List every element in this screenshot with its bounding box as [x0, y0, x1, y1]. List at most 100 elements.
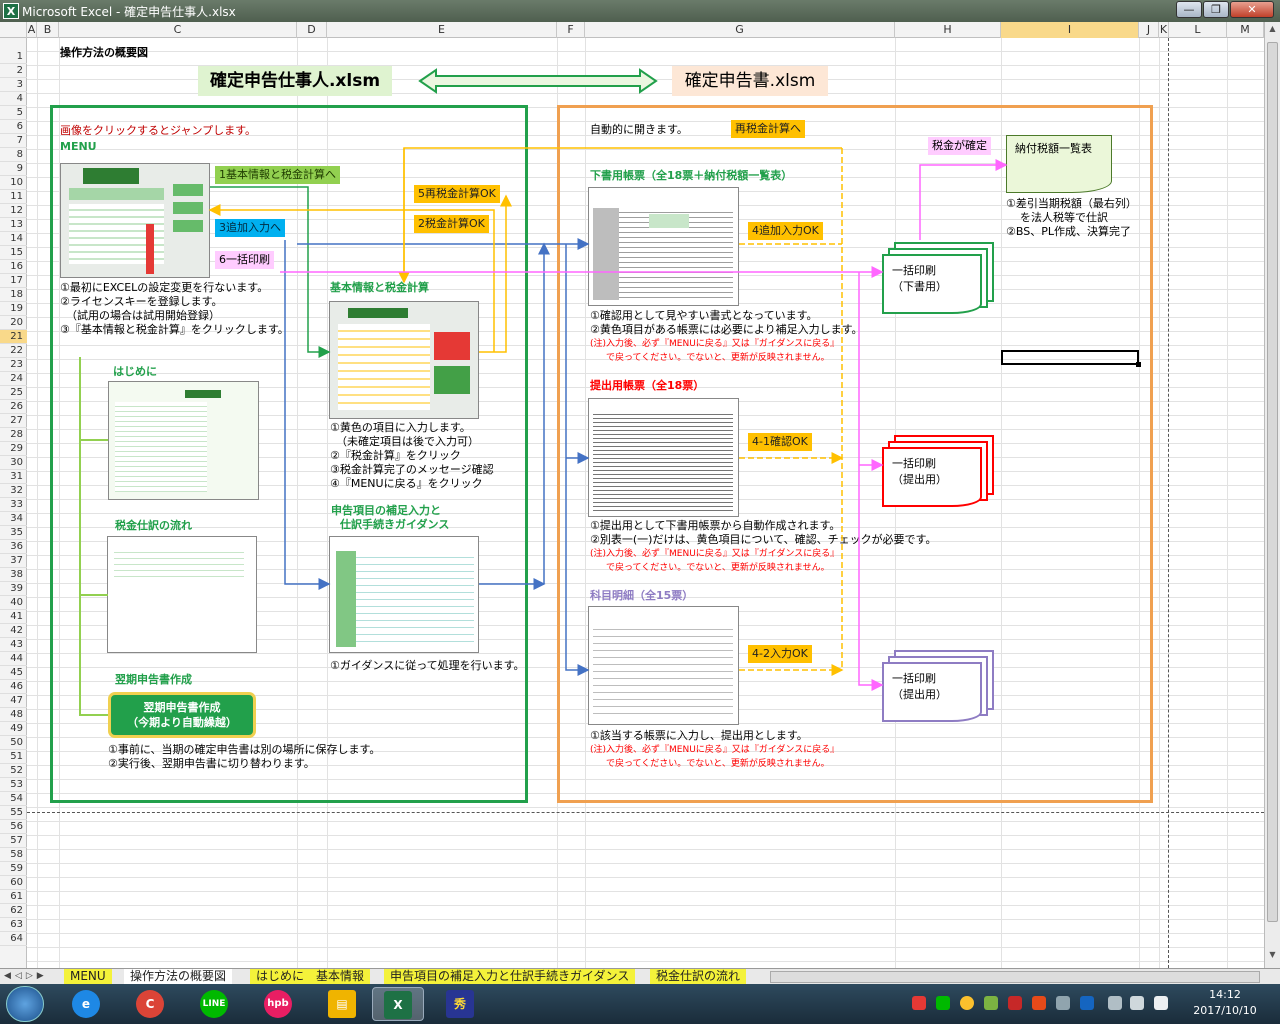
clock-date: 2017/10/10 [1193, 1004, 1257, 1017]
shitagaki-caution-2: で戻ってください。でないと、更新が反映されません。 [606, 353, 830, 363]
tray-shield-icon[interactable] [1056, 996, 1070, 1010]
shitagaki-title: 下書用帳票（全18票＋納付税額一覧表） [590, 169, 793, 182]
shitagaki-note-1: ①確認用として見やすい書式となっています。 [590, 309, 818, 322]
tab-menu[interactable]: MENU [64, 969, 112, 985]
btn-resaikeisan-ok[interactable]: 5再税金計算OK [414, 185, 500, 203]
btn-kakunin-ok[interactable]: 4-1確認OK [748, 433, 812, 451]
tab-kihon[interactable]: 基本情報 [310, 969, 371, 985]
print-teishutsu-line1: 一括印刷 [892, 457, 936, 470]
btn-tsuika-ok[interactable]: 4追加入力OK [748, 222, 823, 240]
hajimeni-screenshot[interactable] [108, 381, 259, 500]
kihon-note-1: ①黄色の項目に入力します。 [330, 421, 471, 434]
print-stack-kamoku[interactable]: 一括印刷 （提出用） [882, 650, 997, 726]
zeikin-shiwake-title: 税金仕訳の流れ [115, 519, 192, 532]
shitagaki-screenshot[interactable] [588, 187, 739, 306]
yokki-button-line2: （今期より自動繰越） [127, 716, 237, 729]
scroll-up-icon[interactable]: ▲ [1267, 24, 1278, 38]
kihon-screenshot[interactable] [329, 301, 479, 419]
start-button[interactable] [6, 986, 44, 1022]
nofu-list-doc[interactable]: 納付税額一覧表 [1006, 135, 1112, 193]
sheet-tab-bar: ◀◁▷▶ MENU 操作方法の概要図 はじめに 基本情報 申告項目の補足入力と仕… [0, 968, 1280, 985]
hosoku-note: ①ガイダンスに従って処理を行います。 [330, 659, 525, 672]
print-shitagaki-line1: 一括印刷 [892, 264, 936, 277]
taskbar-ie[interactable]: e [60, 987, 112, 1021]
jump-note: 画像をクリックするとジャンプします。 [60, 124, 257, 137]
menu-note-2: ②ライセンスキーを登録します。 [60, 295, 223, 308]
print-teishutsu-line2: （提出用） [892, 473, 947, 486]
tray-volume-icon[interactable] [1154, 996, 1168, 1010]
nofu-note-1: ①差引当期税額（最右列） [1006, 197, 1137, 210]
yokki-title: 翌期申告書作成 [115, 673, 192, 686]
tab-hajimeni[interactable]: はじめに [250, 969, 311, 985]
btn-zeikin-keisan-ok[interactable]: 2税金計算OK [414, 215, 489, 233]
tray-flag-icon[interactable] [1032, 996, 1046, 1010]
hajimeni-title: はじめに [113, 365, 157, 378]
print-stack-shitagaki[interactable]: 一括印刷 （下書用） [882, 242, 997, 318]
menu-note-1: ①最初にEXCELの設定変更を行ないます。 [60, 281, 269, 294]
kihon-note-5: ④『MENUに戻る』をクリック [330, 477, 483, 490]
kihon-note-4: ③税金計算完了のメッセージ確認 [330, 463, 494, 476]
menu-note-3: （試用の場合は試用開始登録） [66, 309, 220, 322]
tray-network-icon[interactable] [1008, 996, 1022, 1010]
kamoku-title: 科目明細（全15票） [590, 589, 694, 602]
kihon-note-3: ②『税金計算』をクリック [330, 449, 461, 462]
taskbar-explorer[interactable]: ▤ [316, 987, 368, 1021]
tab-scroll-icons[interactable]: ◀◁▷▶ [4, 969, 48, 984]
yokki-button[interactable]: 翌期申告書作成 （今期より自動繰越） [108, 692, 256, 738]
taskbar-excel[interactable]: X [372, 987, 424, 1021]
horizontal-scrollbar[interactable] [770, 971, 1260, 983]
shitagaki-caution-1: (注)入力後、必ず『MENUに戻る』又は『ガイダンスに戻る』 [590, 339, 840, 349]
tray-chrome-icon[interactable] [960, 996, 974, 1010]
menu-note-4: ③『基本情報と税金計算』をクリックします。 [60, 323, 289, 336]
tray-app-icon[interactable] [912, 996, 926, 1010]
print-stack-teishutsu[interactable]: 一括印刷 （提出用） [882, 435, 997, 511]
yokki-note-2: ②実行後、翌期申告書に切り替わります。 [108, 757, 315, 770]
scroll-thumb[interactable] [1267, 42, 1278, 922]
taskbar-line[interactable]: LINE [188, 987, 240, 1021]
taskbar-hidemaru[interactable]: 秀 [434, 987, 486, 1021]
operation-diagram: 操作方法の概要図 確定申告仕事人.xlsm 確定申告書.xlsm 画像をクリック… [0, 0, 1264, 968]
btn-ikkatsu-insatsu[interactable]: 6一括印刷 [215, 251, 274, 269]
tray-monitor-icon[interactable] [1130, 996, 1144, 1010]
taskbar-clock[interactable]: 14:12 2017/10/10 [1184, 987, 1266, 1019]
menu-screenshot[interactable] [60, 163, 210, 278]
tray-line-icon[interactable] [936, 996, 950, 1010]
tab-hosoku[interactable]: 申告項目の補足入力と仕訳手続きガイダンス [384, 969, 636, 985]
nofu-note-3: ②BS、PL作成、決算完了 [1006, 225, 1131, 238]
hosoku-screenshot[interactable] [329, 536, 479, 653]
teishutsu-screenshot[interactable] [588, 398, 739, 517]
clock-time: 14:12 [1209, 988, 1241, 1001]
file-label-shigotonin: 確定申告仕事人.xlsm [198, 66, 392, 96]
hosoku-title-2: 仕訳手続きガイダンス [340, 518, 450, 531]
nofu-note-2: を法人税等で仕訳 [1020, 211, 1108, 224]
teishutsu-note-1: ①提出用として下書用帳票から自動作成されます。 [590, 519, 841, 532]
btn-kihon-zeikin[interactable]: 1基本情報と税金計算へ [215, 166, 340, 184]
hosoku-title-1: 申告項目の補足入力と [331, 504, 441, 517]
kamoku-caution-1: (注)入力後、必ず『MENUに戻る』又は『ガイダンスに戻る』 [590, 745, 840, 755]
tab-overview[interactable]: 操作方法の概要図 [124, 969, 233, 985]
teishutsu-note-2: ②別表一(一)だけは、黄色項目について、確認、チェックが必要です。 [590, 533, 937, 546]
tray-device-icon[interactable] [1108, 996, 1122, 1010]
kamoku-screenshot[interactable] [588, 606, 739, 725]
windows-taskbar: e C LINE hpb ▤ X 秀 14:12 2017/10/10 [0, 984, 1280, 1024]
tab-zeikin-shiwake[interactable]: 税金仕訳の流れ [650, 969, 747, 985]
scroll-down-icon[interactable]: ▼ [1267, 950, 1278, 964]
tray-bluetooth-icon[interactable] [1080, 996, 1094, 1010]
menu-label: MENU [60, 140, 97, 153]
btn-nyuryoku-ok[interactable]: 4-2入力OK [748, 645, 812, 663]
taskbar-chrome[interactable]: C [124, 987, 176, 1021]
kihon-title: 基本情報と税金計算 [330, 281, 429, 294]
btn-tsuika-nyuryoku[interactable]: 3追加入力へ [215, 219, 285, 237]
btn-resaikeisan[interactable]: 再税金計算へ [731, 120, 805, 138]
zeikin-shiwake-screenshot[interactable] [107, 536, 257, 653]
kamoku-caution-2: で戻ってください。でないと、更新が反映されません。 [606, 759, 830, 769]
print-kamoku-line2: （提出用） [892, 688, 947, 701]
print-kamoku-line1: 一括印刷 [892, 672, 936, 685]
yokki-button-line1: 翌期申告書作成 [143, 701, 221, 714]
taskbar-hpb[interactable]: hpb [252, 987, 304, 1021]
page-heading: 操作方法の概要図 [60, 46, 148, 59]
nofu-list-label: 納付税額一覧表 [1015, 142, 1092, 155]
tray-security-icon[interactable] [984, 996, 998, 1010]
kamoku-note: ①該当する帳票に入力し、提出用とします。 [590, 729, 808, 742]
vertical-scrollbar[interactable]: ▲ ▼ [1264, 22, 1280, 968]
